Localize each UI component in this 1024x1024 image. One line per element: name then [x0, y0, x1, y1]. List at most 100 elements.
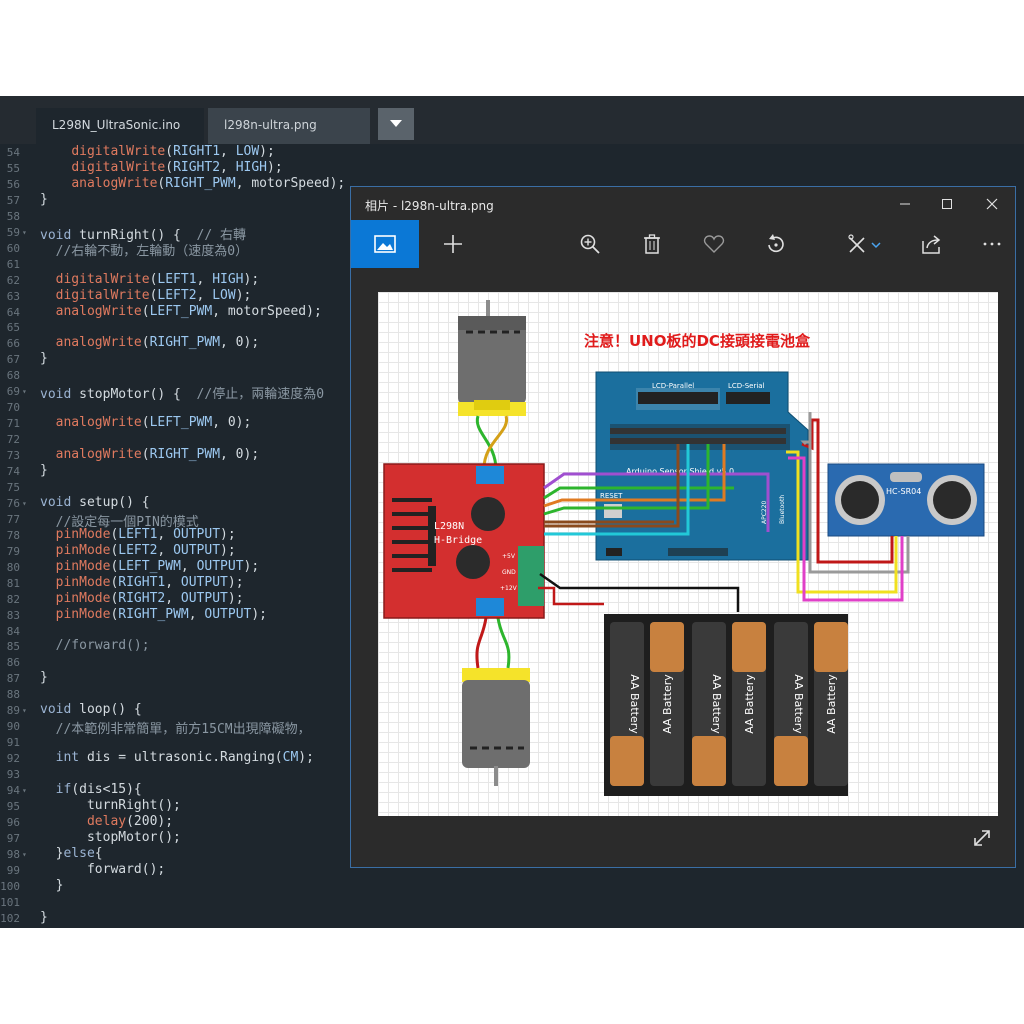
line-number: 77: [6, 512, 20, 526]
code-line: digitalWrite(RIGHT2, HIGH);: [71, 159, 283, 175]
code-line: if(dis<15){: [55, 782, 142, 797]
line-number: 89: [6, 704, 20, 718]
line-number: 72: [6, 433, 20, 447]
code-line: }: [40, 670, 48, 686]
line-number: 86: [6, 656, 20, 670]
line-number: 74: [6, 465, 20, 478]
line-number: 100: [0, 879, 20, 893]
delete-icon[interactable]: [641, 233, 663, 255]
battery-copper-cap: [610, 736, 644, 786]
wiring-diagram: L298N H-Bridge +5V GND +12V 注意！UNO板的DC接頭…: [383, 300, 985, 796]
line-number: 90: [6, 720, 20, 734]
line-number: 88: [6, 688, 20, 702]
bluetooth-label: Bluetooth: [779, 495, 786, 524]
lcd-serial-label: LCD-Serial: [728, 382, 765, 390]
code-line: stopMotor();: [40, 829, 181, 845]
line-number: 97: [6, 831, 20, 845]
line-number: 62: [6, 273, 20, 287]
photos-window: 相片 - l298n-ultra.png L298N H-Bridge +5V …: [350, 186, 1016, 868]
line-number: 54: [6, 146, 20, 159]
line-number: 96: [6, 815, 20, 829]
code-line: }: [40, 351, 48, 367]
minimize-icon[interactable]: [895, 195, 915, 213]
image-canvas: L298N H-Bridge +5V GND +12V 注意！UNO板的DC接頭…: [378, 292, 998, 816]
line-number: 60: [6, 241, 20, 255]
edit-chevron-icon[interactable]: [871, 241, 881, 249]
tab-dropdown-button[interactable]: [378, 108, 414, 140]
line-number: 94: [6, 784, 20, 797]
bottom-motor: [462, 668, 530, 786]
hc-sr04-sensor: HC-SR04: [827, 463, 985, 537]
line-number: 78: [6, 528, 20, 542]
code-line: turnRight();: [40, 797, 181, 813]
code-line: analogWrite(RIGHT_PWM, 0);: [55, 447, 260, 463]
code-line: digitalWrite(LEFT1, HIGH);: [55, 271, 260, 287]
fold-toggle-icon[interactable]: ▾: [22, 228, 27, 237]
add-icon[interactable]: [442, 233, 464, 255]
pwr-5v-label: +5V: [502, 553, 516, 560]
line-number: 80: [6, 560, 20, 574]
fold-toggle-icon[interactable]: ▾: [22, 786, 27, 795]
line-number: 59: [6, 225, 20, 239]
pwr-12v-label: +12V: [500, 585, 518, 592]
maximize-icon[interactable]: [937, 195, 957, 213]
code-line: }: [40, 463, 48, 478]
edit-icon[interactable]: [847, 233, 869, 255]
line-number: 70: [6, 401, 20, 415]
battery-label: AA Battery: [628, 674, 641, 734]
line-number: 64: [6, 305, 20, 319]
l298n-module: L298N H-Bridge +5V GND +12V: [383, 463, 545, 619]
battery-label: AA Battery: [661, 674, 674, 734]
arduino-shield: LCD-Parallel LCD-Serial Arduino Sensor S…: [595, 371, 809, 561]
photo-view-button[interactable]: [351, 220, 419, 268]
code-line: pinMode(RIGHT2, OUTPUT);: [55, 590, 244, 606]
line-number: 99: [6, 863, 20, 877]
line-number: 87: [6, 672, 20, 686]
battery-label: AA Battery: [710, 674, 723, 734]
line-number: 79: [6, 544, 20, 558]
line-number: 69: [6, 385, 20, 399]
tab-png-file[interactable]: l298n-ultra.png: [208, 108, 370, 144]
battery-copper-cap: [814, 622, 848, 672]
line-number: 63: [6, 289, 20, 303]
fold-toggle-icon[interactable]: ▾: [22, 499, 27, 508]
rotate-icon[interactable]: [765, 233, 787, 255]
line-number: 56: [6, 177, 20, 191]
share-icon[interactable]: [921, 233, 943, 255]
line-number: 83: [6, 608, 20, 622]
line-number: 95: [6, 799, 20, 813]
code-line: pinMode(LEFT2, OUTPUT);: [55, 542, 236, 558]
code-line: }else{: [40, 845, 103, 861]
code-line: pinMode(RIGHT1, OUTPUT);: [55, 574, 244, 590]
line-number: 68: [6, 369, 20, 383]
fold-toggle-icon[interactable]: ▾: [22, 387, 27, 396]
expand-icon[interactable]: [971, 827, 993, 849]
line-number: 66: [6, 337, 20, 351]
zoom-in-icon[interactable]: [579, 233, 601, 255]
code-line: analogWrite(LEFT_PWM, 0);: [55, 415, 252, 431]
tab-ino-file[interactable]: L298N_UltraSonic.ino: [36, 108, 204, 144]
chevron-down-icon: [390, 120, 402, 127]
line-number: 75: [6, 480, 20, 494]
fold-toggle-icon[interactable]: ▾: [22, 706, 27, 715]
code-line: analogWrite(RIGHT_PWM, 0);: [55, 335, 260, 351]
line-number: 76: [6, 496, 20, 510]
line-number: 101: [0, 895, 20, 909]
more-icon[interactable]: [981, 233, 1003, 255]
line-number: 81: [6, 576, 20, 590]
line-number: 85: [6, 640, 20, 654]
code-line: }: [40, 191, 48, 207]
line-number: 55: [6, 161, 20, 175]
battery-label: AA Battery: [743, 674, 756, 734]
favorite-icon[interactable]: [703, 233, 725, 255]
code-line: delay(200);: [86, 813, 174, 829]
line-number: 57: [6, 193, 20, 207]
line-number: 67: [6, 353, 20, 367]
close-icon[interactable]: [982, 195, 1002, 213]
code-line: //右輪不動，左輪動（速度為0）: [55, 243, 249, 259]
line-number: 93: [6, 768, 20, 782]
fold-toggle-icon[interactable]: ▾: [22, 850, 27, 859]
line-number: 71: [6, 417, 20, 431]
battery-copper-cap: [732, 622, 766, 672]
code-line: pinMode(LEFT_PWM, OUTPUT);: [55, 558, 260, 574]
